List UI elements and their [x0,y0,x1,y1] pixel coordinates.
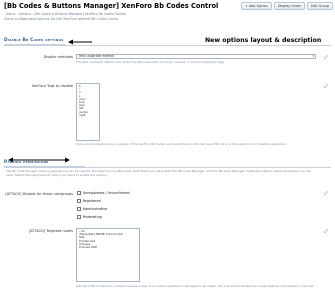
checkbox-registered[interactable]: Registered [77,199,101,203]
list-option[interactable]: right [79,113,97,117]
attach-groups-label: [ATTACH] Disable for these usergroups [5,192,73,196]
checkbox[interactable] [77,199,81,203]
disable-methods-hint: The fake unparsed method will render the… [76,60,225,64]
edit-icon[interactable] [323,54,329,60]
xenforo-tags-label: XenForo Tags to disable [31,84,73,88]
breadcrumb-home[interactable]: Home [6,12,15,16]
section-parsing-title: Parsing permissions [4,160,49,165]
disable-methods-label: Disable methods [43,55,73,59]
checkbox-moderating[interactable]: Moderating [77,215,102,219]
checkbox-label: Moderating [82,215,102,219]
xenforo-tags-listbox[interactable]: b i u s color font size left center righ… [76,83,100,141]
edit-group-button[interactable]: Edit Group [307,2,333,10]
checkbox-administrative[interactable]: Administrative [77,207,107,211]
checkbox[interactable] [77,191,81,195]
edit-icon[interactable] [323,190,329,196]
page-subtitle: Some configurable options for the XenFor… [4,17,120,21]
checkbox-unregistered[interactable]: Unregistered / Unconfirmed [77,191,130,195]
annotation-text: New options layout & description [205,37,322,44]
checkbox[interactable] [77,215,81,219]
edit-icon[interactable] [323,228,329,234]
edit-icon[interactable] [323,83,329,89]
section-disable-title: Disable Bb Codes settings [4,38,64,43]
disable-methods-select[interactable]: Real unparsed method ▾ [76,54,316,59]
add-option-button[interactable]: + Add Option [240,2,272,10]
list-option[interactable]: Chinese MVP [79,245,137,249]
checkbox-label: Unregistered / Unconfirmed [82,191,130,195]
checkbox-label: Registered [82,199,101,203]
breadcrumb-current[interactable]: [Bb Codes & Buttons Manager] XenForo Bb … [34,12,126,16]
attach-nodes-label: [ATTACH] Targeted nodes [28,229,73,233]
disable-methods-value: Real unparsed method [79,54,115,58]
section-divider [4,167,331,168]
section-disable-header: Disable Bb Codes settings [4,37,65,45]
toolbar: + Add Option Display Order Edit Group [240,2,333,10]
parsing-intro: The Bb Code Manager parsing permissions … [6,169,311,177]
section-divider [4,45,331,46]
page-title: [Bb Codes & Buttons Manager] XenForo Bb … [4,2,219,10]
attach-nodes-hint: Just like CTRL to select or unselect sev… [76,284,314,288]
attach-nodes-listbox[interactable]: - All - (Moderated BBCM) Forums test Tes… [76,228,140,282]
display-order-button[interactable]: Display Order [273,2,306,10]
breadcrumb: Home › Options › [Bb Codes & Buttons Man… [6,12,126,16]
breadcrumb-options[interactable]: Options [19,12,31,16]
section-parsing-header: Parsing permissions [4,159,85,167]
checkbox-label: Administrative [82,207,108,211]
chevron-down-icon: ▾ [312,54,314,58]
checkbox[interactable] [77,207,81,211]
xenforo-tags-hint: If you wish to disable one or several of… [76,142,288,146]
